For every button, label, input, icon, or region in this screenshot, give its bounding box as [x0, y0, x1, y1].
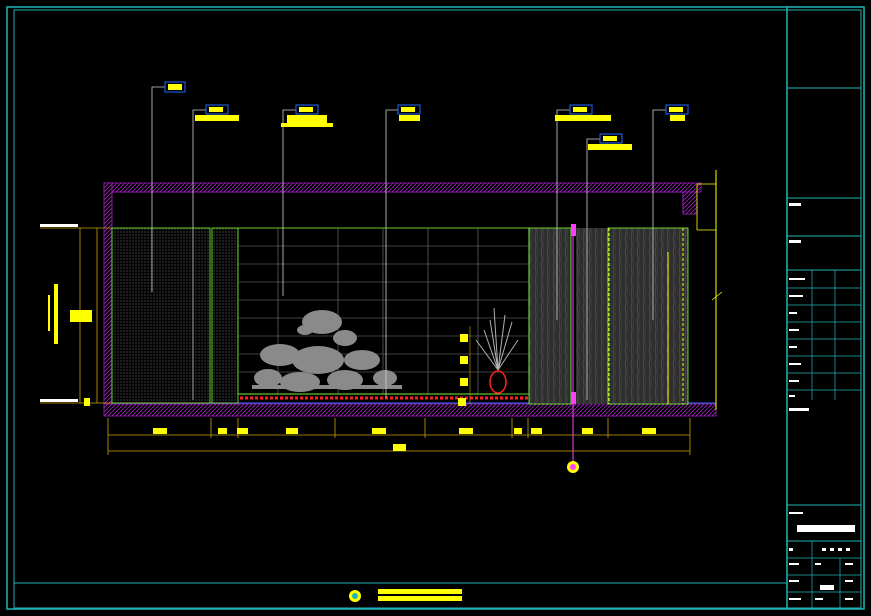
tag-4: [397, 104, 421, 121]
cad-drawing: [6, 6, 865, 610]
left-level-marks: [40, 224, 112, 406]
wood-panel-right: [607, 227, 689, 405]
dimension-total: [108, 444, 690, 452]
title-block: [786, 7, 861, 609]
right-dimension: [696, 170, 723, 410]
wood-panel-mid: [576, 228, 608, 404]
tag-1: [164, 81, 186, 93]
leader-tags: [164, 81, 689, 150]
tag-2: [195, 104, 239, 121]
tag-5: [555, 104, 611, 121]
left-panel: [111, 227, 211, 404]
tag-7: [665, 104, 689, 121]
tag-6: [588, 133, 632, 150]
left-panel-strip: [211, 227, 239, 404]
center-glass-grid: [237, 227, 530, 395]
tag-3: [281, 104, 333, 127]
sheet-label-marker: [349, 589, 462, 602]
cad-viewport[interactable]: [0, 0, 871, 616]
floor-band: [103, 402, 717, 417]
wood-panel-left: [528, 227, 572, 405]
